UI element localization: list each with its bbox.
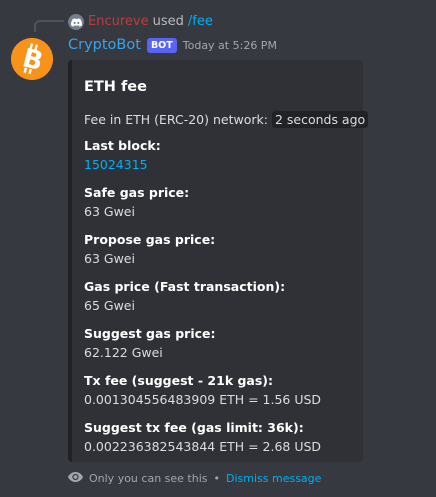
field-value: 0.001304556483909 ETH = 1.56 USD: [84, 392, 322, 407]
field-name: Suggest gas price:: [84, 326, 216, 341]
embed-title: ETH fee: [84, 79, 147, 95]
ephemeral-text: Only you can see this: [89, 472, 208, 485]
reply-verb: used: [152, 14, 184, 29]
ephemeral-notice: Only you can see this • Dismiss message: [68, 472, 321, 485]
fee-embed: ETH fee Fee in ETH (ERC-20) network: 2 s…: [68, 60, 369, 462]
ephemeral-separator: •: [213, 472, 221, 485]
eye-icon: [68, 472, 83, 485]
embed-field: Propose gas price: 63 Gwei: [84, 230, 351, 268]
embed-description: Fee in ETH (ERC-20) network: 2 seconds a…: [84, 111, 369, 129]
embed-field: Suggest tx fee (gas limit: 36k): 0.00223…: [84, 418, 351, 456]
field-name: Tx fee (suggest - 21k gas):: [84, 373, 274, 388]
field-value: 65 Gwei: [84, 298, 135, 313]
chat-area: Encureve used /fee B CryptoBot BOT Today…: [0, 0, 436, 497]
dismiss-message-link[interactable]: Dismiss message: [226, 472, 321, 485]
bitcoin-icon[interactable]: B: [11, 38, 53, 80]
reply-spine: [34, 20, 64, 32]
author-username[interactable]: CryptoBot: [68, 37, 141, 53]
embed-field: Suggest gas price: 62.122 Gwei: [84, 324, 351, 362]
field-value: 63 Gwei: [84, 251, 135, 266]
embed-fields: Last block: 15024315 Safe gas price: 63 …: [84, 136, 351, 456]
bot-tag: BOT: [146, 37, 177, 53]
field-name: Gas price (Fast transaction):: [84, 279, 286, 294]
field-value: 62.122 Gwei: [84, 345, 163, 360]
embed-field: Safe gas price: 63 Gwei: [84, 183, 351, 221]
reply-command[interactable]: /fee: [188, 14, 213, 30]
command-reply-line: Encureve used /fee: [68, 14, 213, 30]
embed-field: Last block: 15024315: [84, 136, 351, 174]
field-value: 0.002236382543844 ETH = 2.68 USD: [84, 439, 322, 454]
description-text: Fee in ETH (ERC-20) network:: [84, 112, 268, 127]
message-timestamp[interactable]: Today at 5:26 PM: [183, 39, 277, 52]
field-name: Last block:: [84, 138, 161, 153]
description-code: 2 seconds ago: [271, 111, 369, 128]
field-name: Safe gas price:: [84, 185, 190, 200]
message-header: CryptoBot BOT Today at 5:26 PM: [68, 37, 277, 53]
reply-username[interactable]: Encureve: [88, 14, 149, 30]
field-name: Suggest tx fee (gas limit: 36k):: [84, 420, 304, 435]
field-name: Propose gas price:: [84, 232, 216, 247]
embed-field: Gas price (Fast transaction): 65 Gwei: [84, 277, 351, 315]
discord-icon: [68, 14, 84, 30]
embed-field: Tx fee (suggest - 21k gas): 0.0013045564…: [84, 371, 351, 409]
block-link[interactable]: 15024315: [84, 156, 351, 174]
field-value: 63 Gwei: [84, 204, 135, 219]
